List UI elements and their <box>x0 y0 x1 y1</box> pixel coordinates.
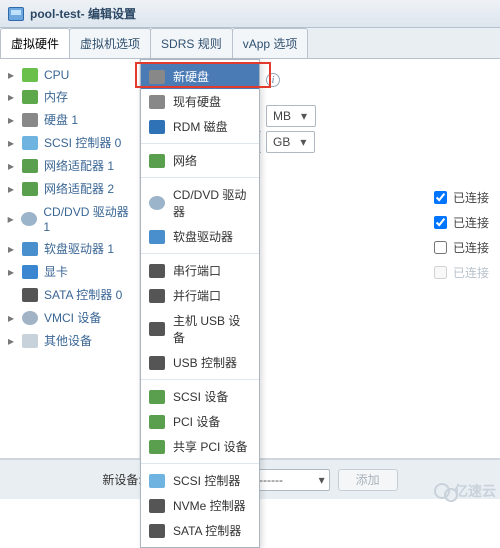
menu-new-hard-disk[interactable]: 新硬盘 <box>141 64 259 89</box>
other-icon <box>22 334 38 348</box>
menu-separator <box>141 253 259 254</box>
network-icon <box>149 154 165 168</box>
vm-icon <box>8 7 24 21</box>
network-icon <box>22 159 38 173</box>
watermark-icon <box>434 483 450 499</box>
menu-cd-dvd-drive[interactable]: CD/DVD 驱动器 <box>141 182 259 224</box>
title-vm-name: pool-test <box>30 7 81 21</box>
hw-vmci-device[interactable]: ▸VMCI 设备 <box>0 306 139 329</box>
cd-icon <box>21 212 37 226</box>
hw-cpu[interactable]: ▸CPU <box>0 65 139 85</box>
video-icon <box>22 265 38 279</box>
scsi-device-icon <box>149 390 165 404</box>
disk-unit-select[interactable]: GB▾ <box>266 131 315 153</box>
memory-icon <box>22 90 38 104</box>
menu-scsi-controller[interactable]: SCSI 控制器 <box>141 468 259 493</box>
hard-disk-icon <box>149 70 165 84</box>
cd-icon <box>149 196 165 210</box>
menu-network[interactable]: 网络 <box>141 148 259 173</box>
new-device-menu: 新硬盘 现有硬盘 RDM 磁盘 网络 CD/DVD 驱动器 软盘驱动器 串行端口… <box>140 59 260 548</box>
menu-separator <box>141 143 259 144</box>
nvme-icon <box>149 499 165 513</box>
serial-icon <box>149 264 165 278</box>
cpu-icon <box>22 68 38 82</box>
pci-icon <box>149 415 165 429</box>
menu-scsi-device[interactable]: SCSI 设备 <box>141 384 259 409</box>
tab-vapp-options[interactable]: vApp 选项 <box>232 28 309 58</box>
vmci-icon <box>22 311 38 325</box>
tab-virtual-hardware[interactable]: 虚拟硬件 <box>0 28 70 58</box>
hardware-list: ▸CPU ▸内存 ▸硬盘 1 ▸SCSI 控制器 0 ▸网络适配器 1 ▸网络适… <box>0 59 140 458</box>
connected-checkbox-net2[interactable]: 已连接 <box>434 214 500 231</box>
hw-other-devices[interactable]: ▸其他设备 <box>0 329 139 352</box>
chevron-down-icon: ▾ <box>296 135 310 149</box>
rdm-icon <box>149 120 165 134</box>
connected-checkbox-cd[interactable]: 已连接 <box>434 239 500 256</box>
sata-icon <box>22 288 38 302</box>
menu-host-usb-device[interactable]: 主机 USB 设备 <box>141 308 259 350</box>
menu-serial-port[interactable]: 串行端口 <box>141 258 259 283</box>
connected-checkbox-net1[interactable]: 已连接 <box>434 189 500 206</box>
tab-bar: 虚拟硬件 虚拟机选项 SDRS 规则 vApp 选项 <box>0 28 500 59</box>
menu-nvme-controller[interactable]: NVMe 控制器 <box>141 493 259 518</box>
title-suffix: - 编辑设置 <box>81 5 136 22</box>
chevron-down-icon: ▾ <box>297 109 311 123</box>
info-icon[interactable]: i <box>266 73 280 87</box>
hw-scsi-controller-0[interactable]: ▸SCSI 控制器 0 <box>0 131 139 154</box>
usb-icon <box>149 322 165 336</box>
network-icon <box>22 182 38 196</box>
main-area: ▸CPU ▸内存 ▸硬盘 1 ▸SCSI 控制器 0 ▸网络适配器 1 ▸网络适… <box>0 59 500 459</box>
hw-floppy-drive-1[interactable]: ▸软盘驱动器 1 <box>0 237 139 260</box>
sata-icon <box>149 524 165 538</box>
hw-network-adapter-2[interactable]: ▸网络适配器 2 <box>0 177 139 200</box>
scsi-icon <box>149 474 165 488</box>
parallel-icon <box>149 289 165 303</box>
menu-sata-controller[interactable]: SATA 控制器 <box>141 518 259 543</box>
add-button: 添加 <box>338 469 398 491</box>
hw-hard-disk-1[interactable]: ▸硬盘 1 <box>0 108 139 131</box>
menu-floppy-drive[interactable]: 软盘驱动器 <box>141 224 259 249</box>
usb-controller-icon <box>149 356 165 370</box>
window-title-bar: pool-test - 编辑设置 <box>0 0 500 28</box>
watermark: 亿速云 <box>434 481 496 501</box>
menu-parallel-port[interactable]: 并行端口 <box>141 283 259 308</box>
menu-separator <box>141 463 259 464</box>
floppy-icon <box>22 242 38 256</box>
menu-existing-hard-disk[interactable]: 现有硬盘 <box>141 89 259 114</box>
menu-shared-pci-device[interactable]: 共享 PCI 设备 <box>141 434 259 459</box>
hard-disk-icon <box>22 113 38 127</box>
connected-column: 已连接 已连接 已连接 已连接 <box>434 189 500 281</box>
tab-vm-options[interactable]: 虚拟机选项 <box>69 28 151 58</box>
shared-pci-icon <box>149 440 165 454</box>
chevron-down-icon: ▾ <box>319 473 325 487</box>
floppy-icon <box>149 230 165 244</box>
menu-rdm-disk[interactable]: RDM 磁盘 <box>141 114 259 139</box>
scsi-icon <box>22 136 38 150</box>
menu-usb-controller[interactable]: USB 控制器 <box>141 350 259 375</box>
hw-network-adapter-1[interactable]: ▸网络适配器 1 <box>0 154 139 177</box>
memory-unit-select[interactable]: MB▾ <box>266 105 316 127</box>
hw-memory[interactable]: ▸内存 <box>0 85 139 108</box>
menu-pci-device[interactable]: PCI 设备 <box>141 409 259 434</box>
new-device-label: 新设备: <box>102 471 141 488</box>
connected-checkbox-floppy: 已连接 <box>434 264 500 281</box>
menu-separator <box>141 379 259 380</box>
hw-cd-dvd-drive-1[interactable]: ▸CD/DVD 驱动器 1 <box>0 200 139 237</box>
hw-sata-controller-0[interactable]: ▸SATA 控制器 0 <box>0 283 139 306</box>
device-settings-panel: i MB▾ GB▾ 已连接 已连接 已连接 已连接 新硬盘 现有硬盘 RDM 磁… <box>140 59 500 458</box>
tab-sdrs-rules[interactable]: SDRS 规则 <box>150 28 233 58</box>
hw-video-card[interactable]: ▸显卡 <box>0 260 139 283</box>
hard-disk-icon <box>149 95 165 109</box>
menu-separator <box>141 177 259 178</box>
